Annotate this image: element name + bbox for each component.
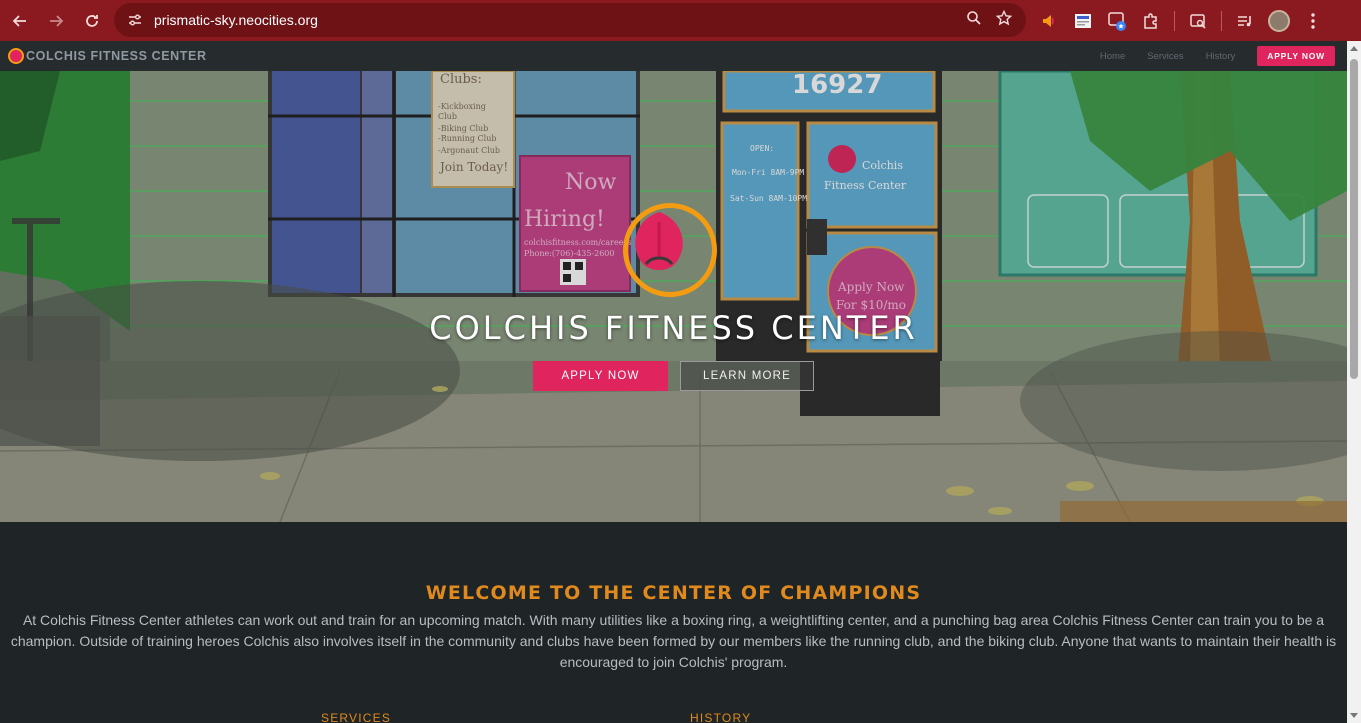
nav-link-home[interactable]: Home [1100,51,1125,62]
back-icon[interactable] [2,3,38,39]
web-page: COLCHIS FITNESS CENTER Home Services His… [0,41,1347,723]
puzzle-extensions-icon[interactable] [1140,10,1162,32]
reader-extension-icon[interactable] [1072,10,1094,32]
brand-name: COLCHIS FITNESS CENTER [26,49,207,63]
toolbar-separator [1221,10,1222,31]
scrollbar-thumb[interactable] [1350,59,1358,379]
hero-logo-icon [623,203,717,297]
welcome-text: At Colchis Fitness Center athletes can w… [10,612,1337,670]
reload-icon[interactable] [74,3,110,39]
hero-title: COLCHIS FITNESS CENTER [429,309,918,347]
address-bar[interactable]: prismatic-sky.neocities.org [114,3,1026,37]
services-heading: SERVICES [321,711,392,723]
page-scrollbar[interactable] [1347,41,1361,723]
hero-learn-more-button[interactable]: LEARN MORE [680,361,814,391]
tab-search-icon[interactable] [1187,10,1209,32]
site-navbar: COLCHIS FITNESS CENTER Home Services His… [0,41,1347,71]
brand[interactable]: COLCHIS FITNESS CENTER [8,48,207,64]
welcome-section: WELCOME TO THE CENTER OF CHAMPIONS At Co… [0,522,1347,673]
site-settings-icon[interactable] [120,13,150,27]
hero-apply-button[interactable]: APPLY NOW [533,361,668,391]
history-heading: HISTORY [690,711,752,723]
browser-toolbar: prismatic-sky.neocities.org [0,0,1361,41]
welcome-title: WELCOME TO THE CENTER OF CHAMPIONS [425,582,922,604]
menu-icon[interactable] [1302,10,1324,32]
toolbar-separator [1174,10,1175,31]
tab-extension-icon[interactable] [1106,10,1128,32]
nav-link-history[interactable]: History [1206,51,1236,62]
nav-apply-button[interactable]: APPLY NOW [1257,46,1335,66]
speaker-extension-icon[interactable] [1038,10,1060,32]
scroll-up-arrow-icon[interactable] [1350,46,1358,51]
zoom-icon[interactable] [966,10,982,31]
media-control-icon[interactable] [1234,10,1256,32]
scroll-down-arrow-icon[interactable] [1350,713,1358,718]
brand-logo-icon [8,48,24,64]
url-text[interactable]: prismatic-sky.neocities.org [154,12,318,28]
bookmark-star-icon[interactable] [995,9,1013,31]
nav-link-services[interactable]: Services [1147,51,1183,62]
hero-section: Clubs: -Kickboxing Club -Biking Club -Ru… [0,71,1347,522]
profile-avatar[interactable] [1268,9,1290,32]
forward-icon[interactable] [38,3,74,39]
